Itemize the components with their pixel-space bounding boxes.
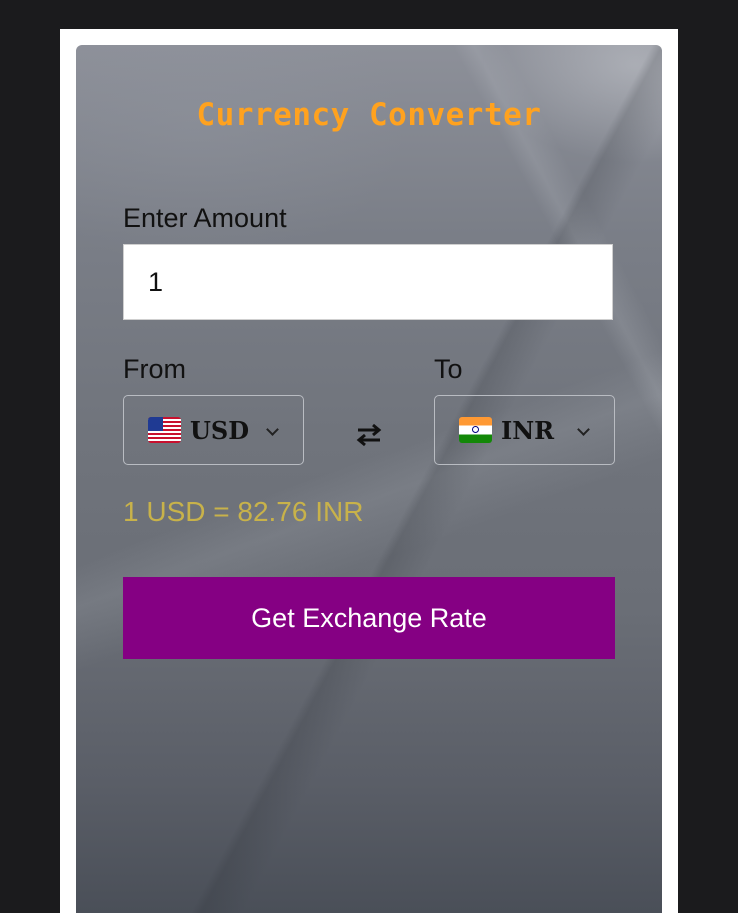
get-exchange-rate-button[interactable]: Get Exchange Rate — [123, 577, 615, 659]
amount-input[interactable] — [123, 244, 613, 320]
app-title: Currency Converter — [196, 97, 542, 133]
amount-label: Enter Amount — [123, 203, 287, 233]
chevron-down-icon — [577, 423, 590, 436]
to-currency-code: INR — [501, 415, 555, 445]
from-label: From — [123, 354, 186, 384]
to-label: To — [434, 354, 463, 384]
exchange-rate-result: 1 USD = 82.76 INR — [123, 496, 364, 527]
from-currency-code: USD — [190, 415, 250, 445]
chevron-down-icon — [266, 423, 279, 436]
from-currency-select[interactable]: USD — [123, 395, 304, 465]
converter-card: Currency Converter Enter Amount From USD… — [76, 45, 662, 913]
to-currency-select[interactable]: INR — [434, 395, 615, 465]
us-flag-icon — [148, 417, 181, 443]
india-flag-icon — [459, 417, 492, 443]
swap-arrows-icon[interactable] — [354, 420, 384, 450]
